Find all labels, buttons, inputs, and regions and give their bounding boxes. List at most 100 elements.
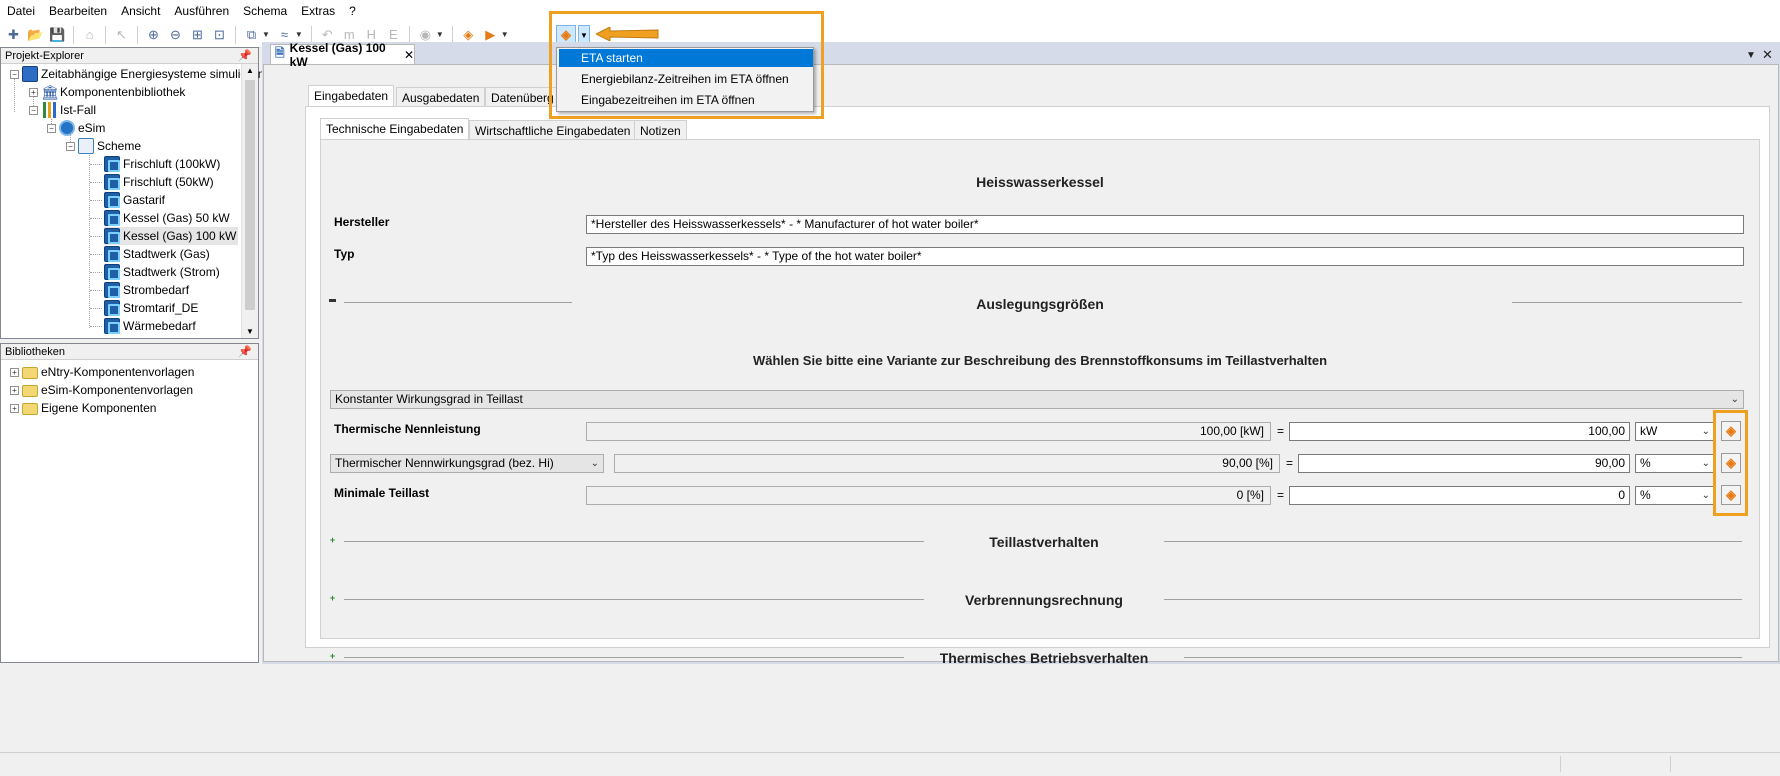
collapse-icon[interactable]: −: [66, 141, 75, 151]
tree-node-component[interactable]: Stadtwerk (Gas): [104, 245, 210, 263]
scroll-up-icon[interactable]: ▲: [246, 66, 254, 75]
tree-node-component[interactable]: Strombedarf: [104, 281, 189, 299]
new-project-icon[interactable]: ✚: [4, 25, 23, 44]
pin-icon[interactable]: 📌: [238, 344, 252, 360]
menu-item-energiebilanz[interactable]: Energiebilanz-Zeitreihen im ETA öffnen: [559, 70, 813, 88]
hersteller-label: Hersteller: [334, 215, 390, 229]
close-icon[interactable]: ✕: [404, 48, 414, 62]
minimale-teillast-input[interactable]: 0: [1289, 486, 1630, 505]
layout-icon[interactable]: ⧉: [242, 25, 261, 44]
tree-node-esim[interactable]: − eSim: [47, 119, 105, 137]
chevron-down-icon[interactable]: ▼: [501, 30, 509, 39]
eta-open-icon[interactable]: ◈: [1721, 485, 1741, 505]
tab-wirtschaftliche-eingabedaten[interactable]: Wirtschaftliche Eingabedaten: [469, 120, 637, 141]
component-icon: [104, 210, 120, 226]
expand-section-icon[interactable]: +: [329, 652, 336, 661]
typ-label: Typ: [334, 247, 355, 261]
library-item[interactable]: + eNtry-Komponentenvorlagen: [10, 363, 194, 381]
tab-eingabedaten[interactable]: Eingabedaten: [308, 85, 395, 106]
tree-node-component[interactable]: Gastarif: [104, 191, 165, 209]
hersteller-input[interactable]: *Hersteller des Heisswasserkessels* - * …: [586, 215, 1744, 234]
variant-prompt: Wählen Sie bitte eine Variante zur Besch…: [752, 353, 1328, 368]
bar-chart-icon: [41, 102, 57, 118]
tree-node-component[interactable]: Stadtwerk (Strom): [104, 263, 220, 281]
collapse-icon[interactable]: −: [47, 123, 56, 133]
open-icon[interactable]: 📂: [26, 25, 45, 44]
pin-icon[interactable]: 📌: [238, 48, 252, 64]
pointer-icon[interactable]: ↖: [112, 25, 131, 44]
toolbar-separator: [451, 25, 453, 44]
nennwirkungsgrad-unit-select[interactable]: % ⌄: [1635, 454, 1715, 473]
nennwirkungsgrad-select[interactable]: Thermischer Nennwirkungsgrad (bez. Hi) ⌄: [330, 454, 604, 473]
tree-node-component[interactable]: Stromtarif_DE: [104, 299, 198, 317]
collapse-icon[interactable]: −: [10, 69, 19, 79]
eta-open-icon[interactable]: ◈: [1721, 453, 1741, 473]
expand-section-icon[interactable]: +: [329, 536, 336, 545]
scroll-down-icon[interactable]: ▼: [246, 327, 254, 336]
tab-technische-eingabedaten[interactable]: Technische Eingabedaten: [320, 118, 470, 139]
expand-icon[interactable]: +: [10, 403, 19, 413]
nennwirkungsgrad-input[interactable]: 90,00: [1298, 454, 1630, 473]
component-icon: [104, 282, 120, 298]
expand-icon[interactable]: +: [10, 385, 19, 395]
tab-notizen[interactable]: Notizen: [634, 120, 687, 141]
menu-help[interactable]: ?: [342, 0, 363, 22]
tree-node-component[interactable]: Frischluft (100kW): [104, 155, 220, 173]
menu-extras[interactable]: Extras: [294, 0, 342, 22]
menu-ausfuehren[interactable]: Ausführen: [167, 0, 236, 22]
tree-node-component-selected[interactable]: Kessel (Gas) 100 kW: [104, 227, 239, 245]
menu-ansicht[interactable]: Ansicht: [114, 0, 167, 22]
expand-section-icon[interactable]: +: [329, 594, 336, 603]
tree-node-scheme[interactable]: − Scheme: [66, 137, 141, 155]
collapse-section-icon[interactable]: [329, 299, 336, 302]
expand-icon[interactable]: +: [29, 87, 38, 97]
document-tab[interactable]: 🗎 Kessel (Gas) 100 kW ✕: [270, 41, 415, 69]
chevron-down-icon: ⌄: [590, 458, 599, 469]
toolbar-separator: [105, 25, 106, 44]
chevron-down-icon: ⌄: [1701, 490, 1710, 501]
expand-icon[interactable]: +: [10, 367, 19, 377]
eta-open-icon[interactable]: ◈: [1721, 421, 1741, 441]
zoom-select-icon[interactable]: ⊡: [210, 25, 229, 44]
zoom-out-icon[interactable]: ⊖: [166, 25, 185, 44]
explorer-scrollbar[interactable]: ▲ ▼: [241, 64, 258, 338]
collapse-icon[interactable]: −: [29, 105, 38, 115]
tree-node-component[interactable]: Frischluft (50kW): [104, 173, 214, 191]
chevron-down-icon[interactable]: ▼: [436, 30, 444, 39]
window-dropdown-icon[interactable]: ▼: [1746, 50, 1756, 61]
component-icon: [104, 228, 120, 244]
divider: [1164, 599, 1742, 600]
eta-popup-menu: ETA starten Energiebilanz-Zeitreihen im …: [556, 47, 814, 112]
scrollbar-thumb[interactable]: [245, 80, 255, 310]
clean-icon[interactable]: ⌂: [80, 25, 99, 44]
minimale-teillast-unit-select[interactable]: % ⌄: [1635, 486, 1715, 505]
chevron-down-icon: ⌄: [1701, 458, 1710, 469]
typ-input[interactable]: *Typ des Heisswasserkessels* - * Type of…: [586, 247, 1744, 266]
tree-node-case[interactable]: − Ist-Fall: [29, 101, 96, 119]
divider: [344, 541, 924, 542]
menu-item-eta-starten[interactable]: ETA starten: [559, 49, 813, 67]
menu-bearbeiten[interactable]: Bearbeiten: [42, 0, 114, 22]
library-item[interactable]: + eSim-Komponentenvorlagen: [10, 381, 193, 399]
zoom-fit-icon[interactable]: ⊞: [188, 25, 207, 44]
equals-sign: =: [1286, 456, 1294, 470]
variant-select[interactable]: Konstanter Wirkungsgrad in Teillast ⌄: [330, 390, 1744, 409]
tree-node-root[interactable]: − Zeitabhängige Energiesysteme simuliere…: [10, 65, 264, 83]
gear-icon: [59, 120, 75, 136]
nennleistung-input[interactable]: 100,00: [1289, 422, 1630, 441]
panel-title: Projekt-Explorer: [5, 50, 84, 62]
tree-node-component[interactable]: Kessel (Gas) 50 kW: [104, 209, 230, 227]
close-icon[interactable]: ✕: [1762, 47, 1773, 63]
menu-schema[interactable]: Schema: [236, 0, 294, 22]
menu-item-eingabezeitreihen[interactable]: Eingabezeitreihen im ETA öffnen: [559, 91, 813, 109]
tree-node-component[interactable]: Wärmebedarf: [104, 317, 196, 335]
zoom-in-icon[interactable]: ⊕: [144, 25, 163, 44]
chevron-down-icon[interactable]: ▼: [295, 30, 303, 39]
nennleistung-unit-select[interactable]: kW ⌄: [1635, 422, 1715, 441]
library-item[interactable]: + Eigene Komponenten: [10, 399, 156, 417]
chevron-down-icon[interactable]: ▼: [262, 30, 270, 39]
save-icon[interactable]: 💾: [48, 25, 67, 44]
menu-datei[interactable]: Datei: [0, 0, 42, 22]
tab-ausgabedaten[interactable]: Ausgabedaten: [396, 87, 486, 108]
tree-node-library[interactable]: + 🏛 Komponentenbibliothek: [29, 83, 185, 101]
